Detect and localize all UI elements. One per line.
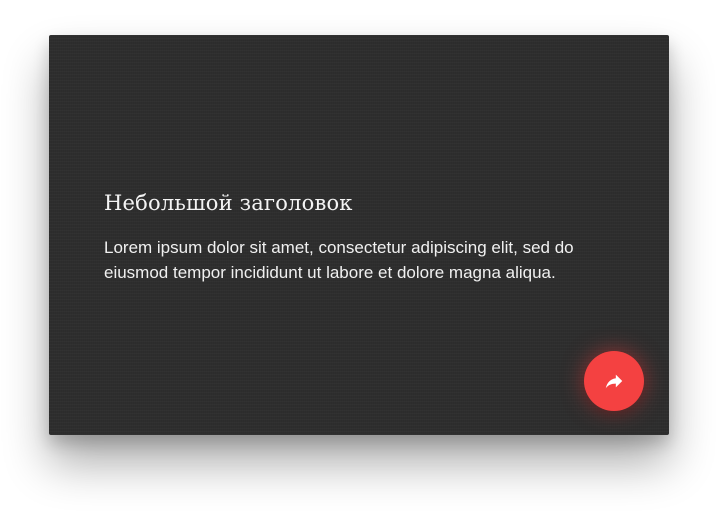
- card-text: Lorem ipsum dolor sit amet, consectetur …: [104, 238, 574, 282]
- card-title: Небольшой заголовок: [104, 191, 353, 215]
- share-arrow-icon: [603, 370, 625, 392]
- share-button[interactable]: [584, 351, 644, 411]
- page: Небольшой заголовок Lorem ipsum dolor si…: [0, 0, 716, 518]
- card-body: Небольшой заголовок Lorem ipsum dolor si…: [104, 189, 624, 285]
- card: Небольшой заголовок Lorem ipsum dolor si…: [49, 35, 669, 435]
